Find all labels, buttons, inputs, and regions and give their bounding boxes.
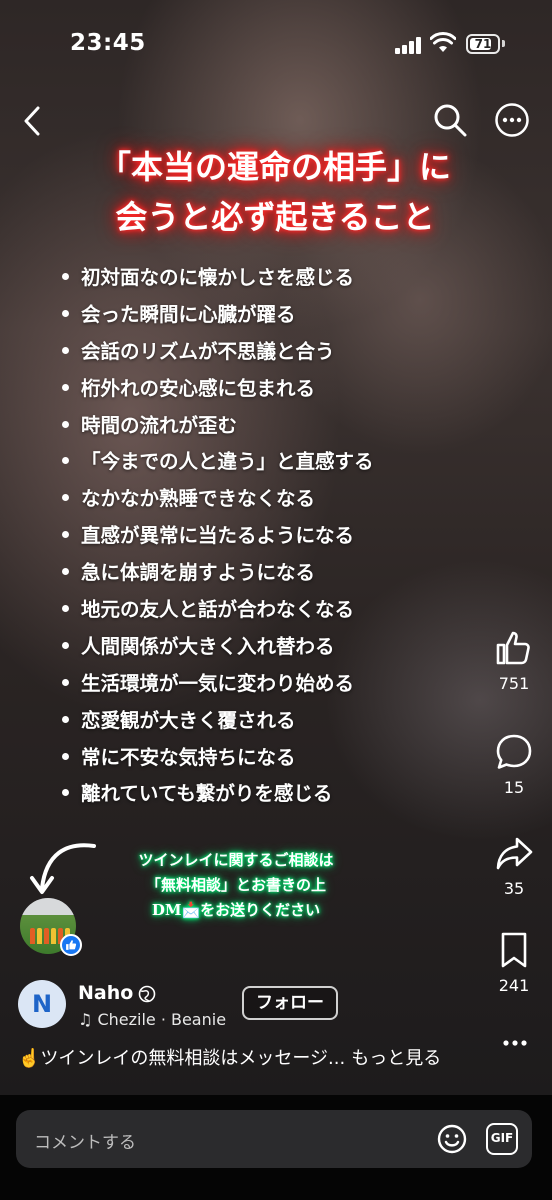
comment-count: 15 (503, 778, 525, 797)
comment-button[interactable]: 15 (486, 732, 542, 797)
gif-label: GIF (490, 1131, 514, 1145)
caption-text: ☝️ツインレイの無料相談はメッセージ... (18, 1048, 346, 1069)
gif-button[interactable]: GIF (486, 1123, 518, 1155)
battery-tip (502, 40, 505, 47)
list-item-text: 地元の友人と話が合わなくなる (81, 598, 355, 622)
list-item: 離れていても繋がりを感じる (62, 776, 374, 813)
list-item: 恋愛観が大きく覆される (62, 703, 374, 740)
list-item-text: 時間の流れが歪む (81, 413, 238, 437)
status-bar: 23:45 71 (0, 0, 552, 92)
wifi-icon (430, 32, 456, 52)
search-icon[interactable] (432, 102, 468, 138)
author-row: N Naho ♫ Chezile · Beanie フォロー (18, 980, 498, 1030)
list-item-text: 恋愛観が大きく覆される (81, 708, 296, 732)
list-item: 会話のリズムが不思議と合う (62, 334, 374, 371)
consultation-note: ツインレイに関するご相談は 「無料相談」とお書きの上 DM📩をお送りください (106, 848, 366, 923)
headline-line-2: 会うと必ず起きること (115, 198, 435, 236)
share-arrow-icon (496, 837, 533, 870)
bullet-icon (62, 494, 69, 502)
more-dots-icon[interactable] (500, 1028, 530, 1058)
bullet-icon (62, 346, 69, 354)
globe-icon (138, 985, 156, 1003)
headline-line-1: 「本当の運命の相手」に (98, 148, 451, 186)
list-item: 人間関係が大きく入れ替わる (62, 629, 374, 666)
post-caption[interactable]: ☝️ツインレイの無料相談はメッセージ... もっと見る (18, 1044, 441, 1070)
list-item-text: 直感が異常に当たるようになる (81, 524, 355, 548)
comment-bubble-icon (496, 734, 532, 769)
consult-line-1: ツインレイに関するご相談は (138, 851, 334, 869)
author-name[interactable]: Naho (78, 982, 133, 1004)
bullet-icon (62, 273, 69, 280)
list-item: 初対面なのに懐かしさを感じる (62, 260, 374, 297)
share-button[interactable]: 35 (486, 833, 542, 898)
list-item: 会った瞬間に心臓が躍る (62, 297, 374, 334)
consult-line-3: DM📩をお送りください (151, 901, 321, 919)
list-item: 常に不安な気持ちになる (62, 740, 374, 777)
list-item-text: 急に体調を崩すようになる (81, 561, 316, 585)
list-item-text: 会った瞬間に心臓が躍る (81, 302, 296, 326)
emoji-icon[interactable] (436, 1123, 468, 1155)
bullet-icon (62, 605, 69, 613)
list-item: 「今までの人と違う」と直感する (62, 444, 374, 481)
list-item-text: 初対面なのに懐かしさを感じる (81, 266, 355, 289)
list-item: 直感が異常に当たるようになる (62, 518, 374, 555)
list-item-text: 離れていても繋がりを感じる (81, 782, 333, 806)
creator-photo-avatar[interactable] (20, 898, 82, 956)
bullet-icon (62, 752, 69, 760)
list-item: 時間の流れが歪む (62, 408, 374, 445)
list-item-text: なかなか熟睡できなくなる (81, 487, 316, 511)
curved-arrow-icon (30, 843, 96, 894)
consult-line-2: 「無料相談」とお書きの上 (145, 876, 326, 894)
bullet-icon (62, 715, 69, 723)
thumbs-up-icon (496, 631, 530, 665)
list-item: 桁外れの安心感に包まれる (62, 371, 374, 408)
bullet-icon (62, 641, 69, 649)
more-options-icon[interactable] (494, 102, 530, 138)
list-item-text: 桁外れの安心感に包まれる (81, 376, 316, 400)
list-item-text: 人間関係が大きく入れ替わる (81, 634, 335, 658)
list-item: 急に体調を崩すようになる (62, 555, 374, 592)
bullet-icon (62, 420, 69, 428)
bullet-icon (62, 309, 69, 317)
post-headline: 「本当の運命の相手」に 会うと必ず起きること (60, 142, 490, 242)
list-item-text: 生活環境が一気に変わり始める (81, 671, 355, 695)
list-item-text: 常に不安な気持ちになる (81, 745, 296, 769)
music-note-icon: ♫ (78, 1010, 98, 1029)
author-avatar[interactable]: N (18, 980, 66, 1028)
bullet-icon (62, 457, 69, 465)
audio-track-name: Chezile · Beanie (97, 1010, 227, 1029)
cellular-signal-icon (395, 36, 423, 54)
bookmark-icon (501, 932, 527, 968)
battery-level: 71 (474, 37, 492, 51)
thumbs-up-badge-icon (60, 934, 82, 956)
comment-placeholder: コメントする (34, 1133, 136, 1153)
battery-icon: 71 (466, 34, 500, 54)
list-item-text: 「今までの人と違う」と直感する (81, 450, 374, 474)
sign-list: 初対面なのに懐かしさを感じる 会った瞬間に心臓が躍る 会話のリズムが不思議と合う… (62, 260, 374, 813)
comment-input[interactable]: コメントする GIF (16, 1110, 532, 1168)
like-count: 751 (498, 674, 530, 693)
bullet-icon (62, 568, 69, 576)
back-button[interactable] (20, 104, 46, 138)
list-item: なかなか熟睡できなくなる (62, 481, 374, 518)
bullet-icon (62, 383, 69, 391)
follow-button[interactable]: フォロー (242, 986, 338, 1020)
see-more-link[interactable]: もっと見る (351, 1048, 441, 1069)
share-count: 35 (503, 879, 525, 898)
status-time: 23:45 (70, 30, 146, 56)
bullet-icon (62, 789, 69, 797)
list-item-text: 会話のリズムが不思議と合う (81, 339, 335, 363)
like-button[interactable]: 751 (486, 628, 542, 693)
bullet-icon (62, 531, 69, 539)
list-item: 生活環境が一気に変わり始める (62, 666, 374, 703)
audio-track[interactable]: ♫ Chezile · Beanie (78, 1010, 226, 1029)
list-item: 地元の友人と話が合わなくなる (62, 592, 374, 629)
bullet-icon (62, 678, 69, 686)
